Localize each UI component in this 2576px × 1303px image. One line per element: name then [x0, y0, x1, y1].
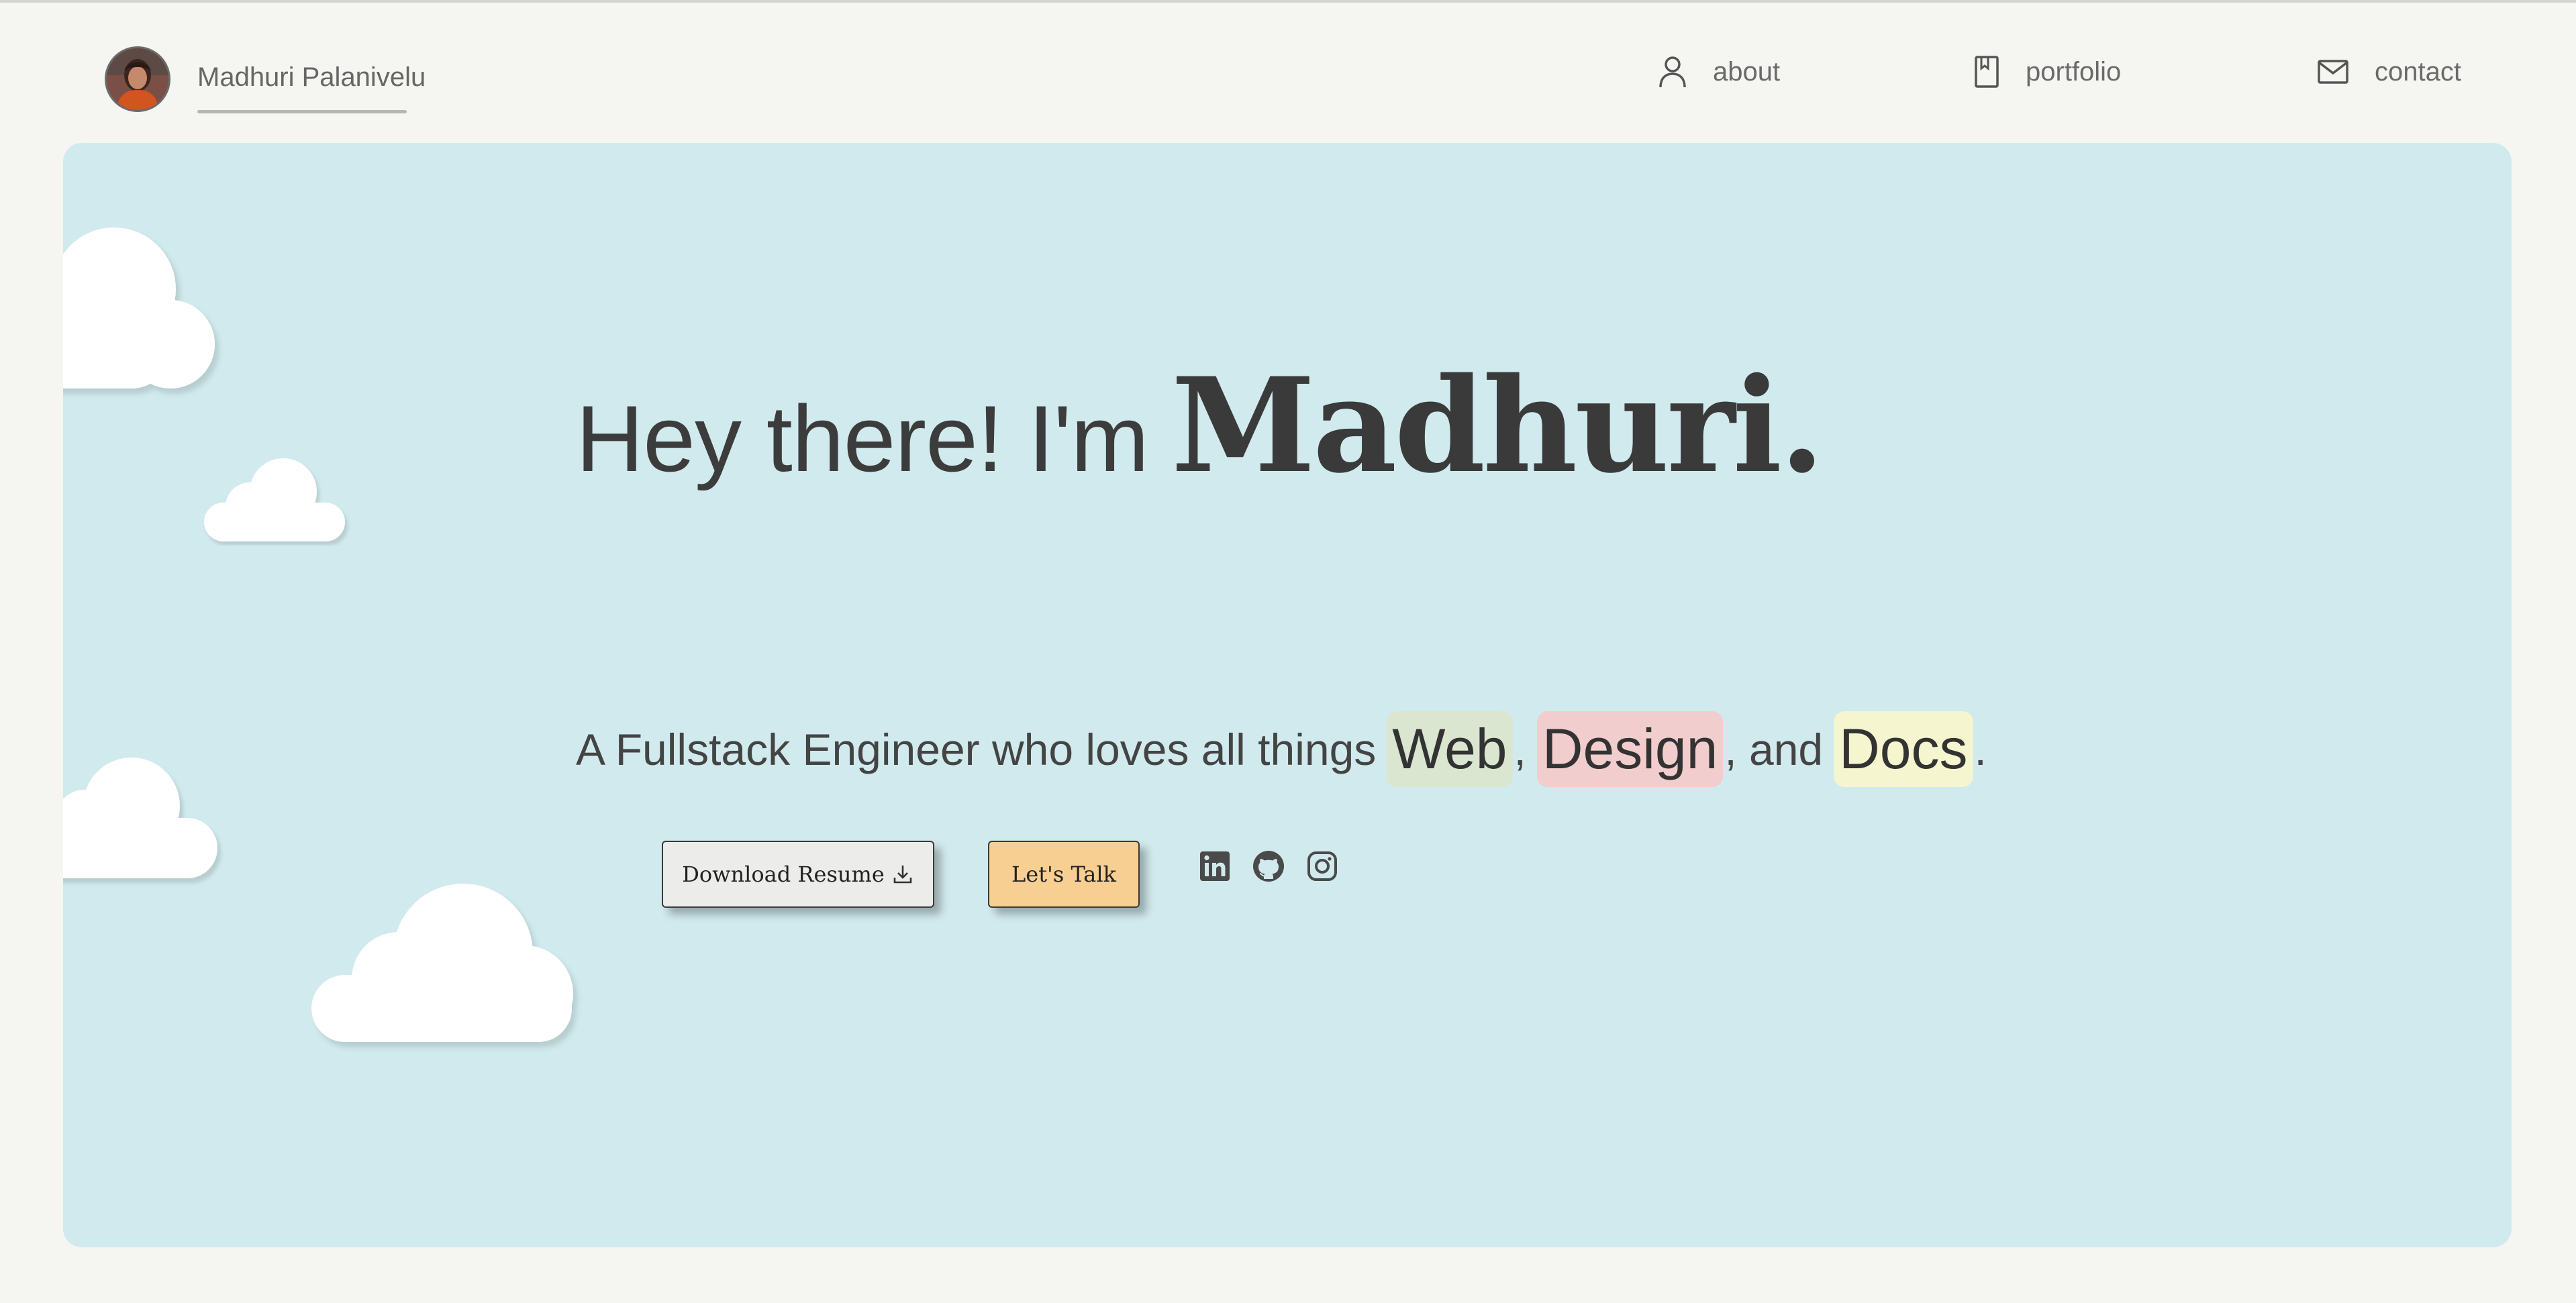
lets-talk-button[interactable]: Let's Talk [988, 841, 1140, 908]
navbar: Madhuri Palanivelu about portfolio conta… [0, 0, 2576, 134]
instagram-icon [1307, 851, 1337, 881]
active-underline [197, 110, 407, 113]
github-link[interactable] [1248, 846, 1289, 886]
tagline-and: , and [1724, 724, 1824, 774]
download-resume-label: Download Resume [682, 862, 885, 887]
highlight-web: Web [1387, 711, 1513, 787]
nav-contact-label: contact [2375, 56, 2461, 87]
greeting-text: Hey there! I'm [576, 386, 1149, 491]
avatar-portrait [107, 48, 168, 110]
nav-portfolio[interactable]: portfolio [1973, 48, 2121, 95]
linkedin-link[interactable] [1195, 846, 1235, 886]
download-resume-button[interactable]: Download Resume [662, 841, 934, 908]
cloud-medium-icon [63, 758, 217, 878]
cloud-edge-icon [63, 639, 74, 707]
highlight-docs: Docs [1834, 711, 1973, 787]
nav-about[interactable]: about [1658, 48, 1780, 95]
highlight-design: Design [1536, 711, 1724, 787]
hero-section: Hey there! I'm Madhuri. A Fullstack Engi… [63, 143, 2512, 1247]
user-icon [1659, 56, 1686, 88]
lets-talk-label: Let's Talk [1011, 862, 1116, 887]
cloud-large-icon [63, 227, 215, 388]
tagline-prefix: A Fullstack Engineer who loves all thing… [576, 724, 1377, 774]
avatar[interactable] [105, 46, 170, 112]
mail-icon [2318, 60, 2348, 84]
nav-portfolio-label: portfolio [2026, 56, 2122, 87]
brand[interactable]: Madhuri Palanivelu [105, 39, 426, 119]
tagline-comma: , [1514, 724, 1526, 774]
nav-about-label: about [1713, 56, 1781, 87]
instagram-link[interactable] [1302, 846, 1342, 886]
github-icon [1253, 851, 1284, 882]
cloud-bottom-icon [311, 884, 573, 1042]
hero-tagline: A Fullstack Engineer who loves all thing… [576, 711, 1987, 787]
tagline-period: . [1974, 724, 1987, 774]
linkedin-icon [1200, 851, 1230, 881]
brand-name[interactable]: Madhuri Palanivelu [197, 62, 426, 97]
bookmark-icon [1975, 56, 1999, 88]
nav-contact[interactable]: contact [2317, 48, 2461, 95]
name-text: Madhuri. [1171, 349, 1825, 502]
cloud-small-icon [204, 458, 345, 541]
download-icon [893, 866, 912, 884]
hero-headline: Hey there! I'm Madhuri. [576, 349, 1825, 502]
